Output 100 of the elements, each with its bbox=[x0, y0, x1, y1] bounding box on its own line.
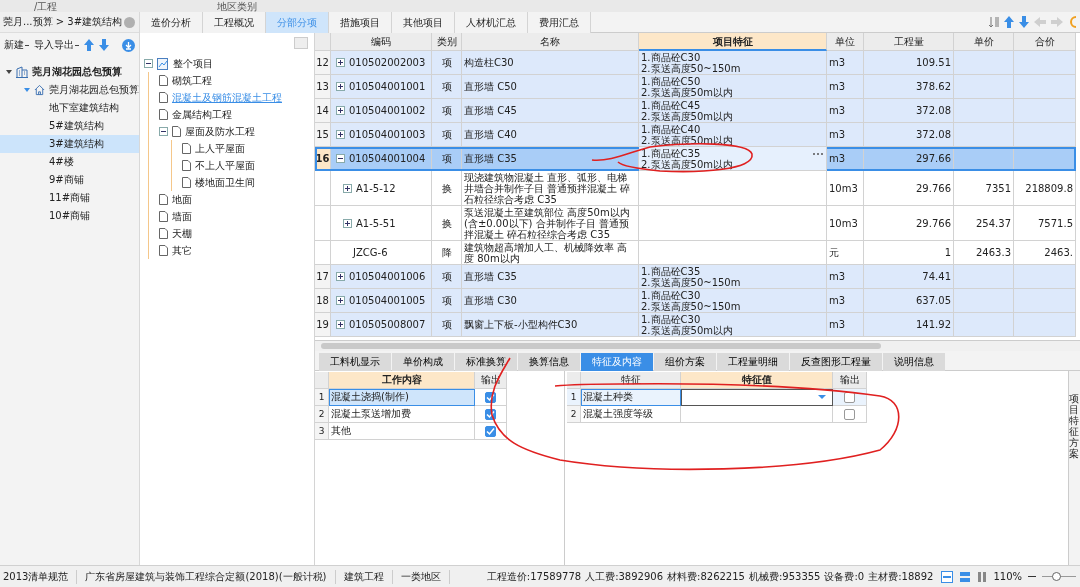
feature-line: 1.商品砼C30 bbox=[641, 289, 701, 301]
tree-item[interactable]: 金属结构工程 bbox=[149, 106, 308, 123]
tree-item[interactable]: 9#商铺 bbox=[0, 171, 139, 189]
tab[interactable]: 其他项目 bbox=[392, 12, 455, 33]
row-number: 3 bbox=[315, 423, 329, 440]
tree-label: 整个项目 bbox=[173, 56, 213, 71]
tab[interactable]: 措施项目 bbox=[329, 12, 392, 33]
tab[interactable]: 费用汇总 bbox=[528, 12, 591, 33]
table-row[interactable]: 1 混凝土浇捣(制作) bbox=[315, 389, 564, 406]
table-row[interactable]: 13 010504001001 项 直形墙 C50 1.商品砼C50 2.泵送高度50m以内 m3 378.62 bbox=[315, 75, 1076, 99]
tree-label: 10#商铺 bbox=[49, 209, 91, 223]
column-header[interactable]: 合价 bbox=[1014, 33, 1076, 51]
tree-item[interactable]: 混凝土及钢筋混凝土工程 bbox=[149, 89, 308, 106]
table-cell: 混凝土泵送增加费 bbox=[329, 406, 475, 423]
tree-item[interactable]: 砌筑工程 bbox=[149, 72, 308, 89]
tree-item[interactable]: 5#建筑结构 bbox=[0, 117, 139, 135]
tab[interactable]: 反查图形工程量 bbox=[790, 353, 882, 371]
table-row[interactable]: 17 010504001006 项 直形墙 C35 1.商品砼C35 2.泵送高度50~150m m3 74.41 bbox=[315, 265, 1076, 289]
field-label: /工程 bbox=[34, 2, 58, 12]
table-row[interactable]: 2 混凝土强度等级 bbox=[567, 406, 1068, 423]
tree-label: 金属结构工程 bbox=[172, 107, 232, 122]
table-cell: 218809.8 bbox=[1014, 171, 1076, 206]
column-header[interactable]: 类别 bbox=[432, 33, 462, 51]
tab[interactable]: 组价方案 bbox=[654, 353, 716, 371]
feature-line: 1.商品砼C30 bbox=[641, 313, 701, 325]
column-header[interactable]: 单价 bbox=[954, 33, 1014, 51]
tree-item[interactable]: 地面 bbox=[149, 191, 308, 208]
tree-item[interactable]: 楼地面卫生间 bbox=[172, 174, 308, 191]
tree-item[interactable]: 4#楼 bbox=[0, 153, 139, 171]
tree-label: 屋面及防水工程 bbox=[185, 124, 255, 139]
column-header[interactable]: 名称 bbox=[462, 33, 639, 51]
tab[interactable]: 工料机显示 bbox=[319, 353, 391, 371]
feature-line: 1.商品砼C35 bbox=[641, 265, 701, 277]
tab[interactable]: 工程量明细 bbox=[717, 353, 789, 371]
tree-label: 楼地面卫生间 bbox=[195, 175, 255, 190]
table-row[interactable]: 1 混凝土种类 bbox=[567, 389, 1068, 406]
tree-item[interactable]: 地下室建筑结构 bbox=[0, 99, 139, 117]
code-text: 010502002003 bbox=[349, 57, 426, 68]
table-cell: 10m3 bbox=[827, 171, 864, 206]
tree-label: 地面 bbox=[172, 192, 192, 207]
row-number: 19 bbox=[315, 313, 331, 337]
menu-button[interactable]: 导入导出 bbox=[34, 38, 79, 52]
tree-item[interactable]: 上人平屋面 bbox=[172, 140, 308, 157]
tab[interactable]: 换算信息 bbox=[518, 353, 580, 371]
tree-item[interactable]: 莞月湖花园总包预算 bbox=[0, 81, 139, 99]
column-header[interactable]: 特征值 bbox=[681, 372, 833, 389]
tree-item[interactable]: 10#商铺 bbox=[0, 207, 139, 225]
column-header[interactable]: 编码 bbox=[331, 33, 432, 51]
tree-item[interactable]: 屋面及防水工程 bbox=[149, 123, 308, 140]
row-number: 17 bbox=[315, 265, 331, 289]
menu-button[interactable]: 新建 bbox=[4, 38, 29, 52]
code-text: JZCG-6 bbox=[353, 247, 388, 258]
tree-item[interactable]: 11#商铺 bbox=[0, 189, 139, 207]
table-row[interactable]: 12 010502002003 项 构造柱C30 1.商品砼C30 2.泵送高度50~150m m3 109.51 bbox=[315, 51, 1076, 75]
feature-line: 2.泵送高度50~150m bbox=[641, 62, 741, 74]
row-number: 12 bbox=[315, 51, 331, 75]
feature-line: 1.商品砼C30 bbox=[641, 51, 701, 63]
sub-row[interactable]: JZCG-6 降 建筑物超高增加人工、机械降效率 高度 80m以内 元 1 2463.3 2463. bbox=[315, 241, 1076, 265]
tree-label: 11#商铺 bbox=[49, 191, 91, 205]
feature-line: 2.泵送高度50~150m bbox=[641, 300, 741, 312]
tree-label: 其它 bbox=[172, 243, 192, 258]
table-cell: 1 bbox=[864, 241, 954, 265]
tree-item[interactable]: 整个项目 bbox=[144, 55, 308, 72]
tree-label: 4#楼 bbox=[49, 155, 74, 169]
table-row[interactable]: 2 混凝土泵送增加费 bbox=[315, 406, 564, 423]
table-row[interactable]: 18 010504001005 项 直形墙 C30 1.商品砼C30 2.泵送高度50~150m m3 637.05 bbox=[315, 289, 1076, 313]
tree-item[interactable]: 墙面 bbox=[149, 208, 308, 225]
tab[interactable]: 人材机汇总 bbox=[455, 12, 528, 33]
tab[interactable]: 单价构成 bbox=[392, 353, 454, 371]
column-header[interactable]: 工作内容 bbox=[329, 372, 475, 389]
table-row[interactable]: 14 010504001002 项 直形墙 C45 1.商品砼C45 2.泵送高度50m以内 m3 372.08 bbox=[315, 99, 1076, 123]
tab[interactable]: 说明信息 bbox=[883, 353, 945, 371]
table-cell: 建筑物超高增加人工、机械降效率 高度 80m以内 bbox=[462, 241, 639, 265]
table-cell: 10m3 bbox=[827, 206, 864, 241]
table-row[interactable]: 19 010505008007 项 飘窗上下板-小型构件C30 1.商品砼C30 2.泵送高度50m以内 m3 141.92 bbox=[315, 313, 1076, 337]
tab[interactable]: 工程概况 bbox=[203, 12, 266, 33]
status-total: 人工费:3892906 bbox=[585, 569, 664, 584]
tab[interactable]: 标准换算 bbox=[455, 353, 517, 371]
tree-item[interactable]: 不上人平屋面 bbox=[172, 157, 308, 174]
table-row[interactable]: 3 其他 bbox=[315, 423, 564, 440]
tree-label: 砌筑工程 bbox=[172, 73, 212, 88]
column-header[interactable]: 输出 bbox=[833, 372, 867, 389]
feature-line: 2.泵送高度50m以内 bbox=[641, 324, 733, 336]
tree-item[interactable]: 莞月湖花园总包预算 bbox=[0, 63, 139, 81]
tree-item[interactable]: 天棚 bbox=[149, 225, 308, 242]
sub-row[interactable]: A1-5-51 换 泵送混凝土至建筑部位 高度50m以内(含±0.00以下) 合并制作子目 普通预拌混凝土 碎石粒径综合考虑 C35 10m3 29.766 254.37 7571.5 bbox=[315, 206, 1076, 241]
table-cell: 29.766 bbox=[864, 206, 954, 241]
tab[interactable]: 造价分析 bbox=[140, 12, 203, 33]
table-cell: 混凝土浇捣(制作) bbox=[329, 389, 475, 406]
tree-label: 混凝土及钢筋混凝土工程 bbox=[172, 90, 282, 105]
column-header[interactable]: 工程量 bbox=[864, 33, 954, 51]
sub-row[interactable]: A1-5-12 换 现浇建筑物混凝土 直形、弧形、电梯井墙合并制作子目 普通预拌混凝土 碎石粒径综合考虑 C35 10m3 29.766 7351 218809.8 bbox=[315, 171, 1076, 206]
status-item: 广东省房屋建筑与装饰工程综合定额(2018)(一般计税) bbox=[82, 569, 336, 584]
tree-item[interactable]: 其它 bbox=[149, 242, 308, 259]
column-header[interactable]: 单位 bbox=[827, 33, 864, 51]
feature-line: 2.泵送高度50~150m bbox=[641, 276, 741, 288]
column-header[interactable]: 项目特征 bbox=[639, 33, 827, 51]
code-text: 010504001003 bbox=[349, 129, 426, 140]
tree-item[interactable]: 3#建筑结构 bbox=[0, 135, 139, 153]
tree-label: 地下室建筑结构 bbox=[49, 101, 119, 115]
